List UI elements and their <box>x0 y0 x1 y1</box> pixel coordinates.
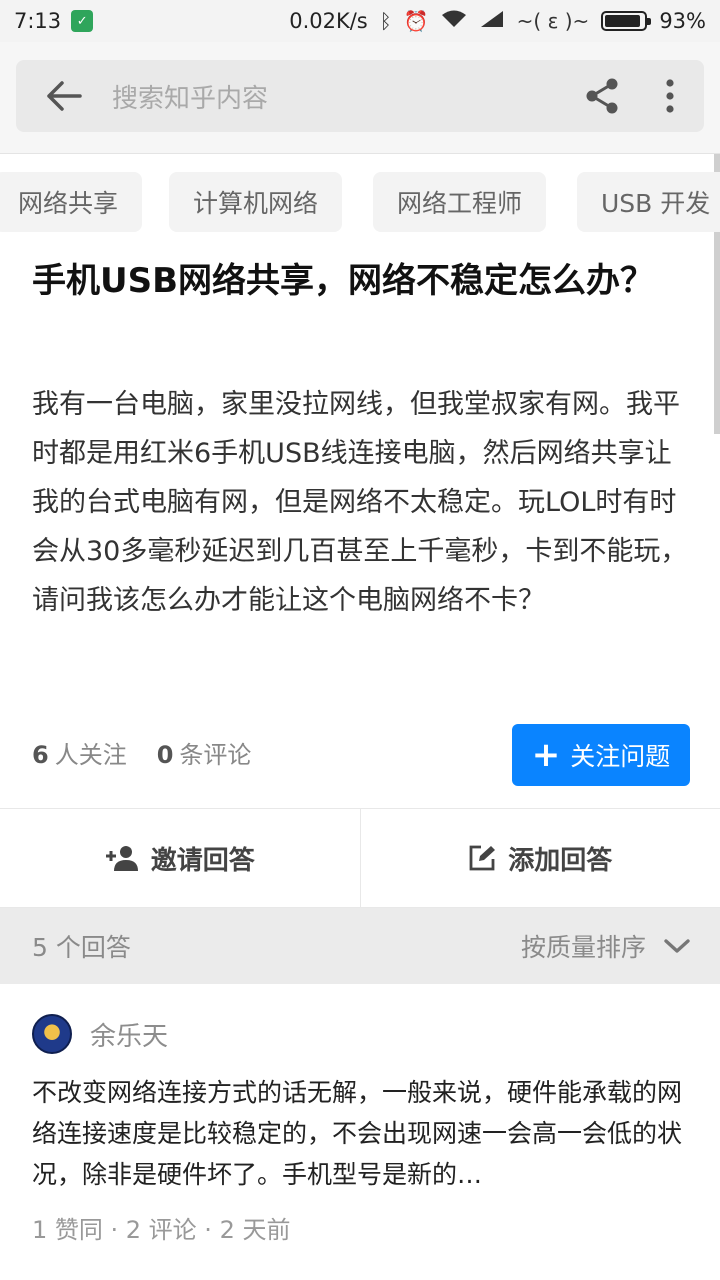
network-speed: 0.02K/s <box>289 9 368 33</box>
add-answer-button[interactable]: 添加回答 <box>361 809 720 907</box>
answers-count: 5 个回答 <box>32 933 131 962</box>
battery-fill <box>605 15 641 27</box>
question-stats: 6 人关注 0 条评论 <box>32 730 251 774</box>
alarm-icon: ⏰ <box>403 9 429 33</box>
answers-header: 5 个回答 按质量排序 <box>0 908 720 984</box>
add-answer-label: 添加回答 <box>508 845 613 876</box>
follow-question-label: 关注问题 <box>570 742 671 771</box>
topic-tags: 网络共享 计算机网络 网络工程师 USB 开发 <box>0 172 720 232</box>
search-input[interactable]: 搜索知乎内容 <box>112 78 568 115</box>
comments-stat[interactable]: 0 条评论 <box>157 735 252 770</box>
shield-icon: ✓ <box>71 10 94 32</box>
wifi-icon <box>441 9 467 34</box>
invite-answer-button[interactable]: 邀请回答 <box>0 809 360 907</box>
more-vertical-icon <box>666 79 674 113</box>
signal-icon <box>479 9 505 34</box>
share-icon <box>586 78 618 114</box>
arrow-left-icon <box>47 81 82 111</box>
followers-label: 人关注 <box>54 740 127 769</box>
topic-tag[interactable]: USB 开发 <box>577 172 720 232</box>
status-left: 7:13 ✓ <box>14 9 94 33</box>
answer-author[interactable]: 余乐天 <box>32 1014 168 1054</box>
comments-count: 0 <box>156 740 174 769</box>
share-button[interactable] <box>568 60 636 132</box>
chevron-down-icon <box>664 939 690 953</box>
back-button[interactable] <box>16 60 112 132</box>
question-body: 我有一台电脑，家里没拉网线，但我堂叔家有网。我平时都是用红米6手机USB线连接电… <box>32 389 688 616</box>
invite-answer-label: 邀请回答 <box>150 845 255 876</box>
battery-icon <box>601 11 652 31</box>
answer-card[interactable]: 余乐天 不改变网络连接方式的话无解，一般来说，硬件能承载的网络连接速度是比较稳定… <box>0 984 720 1280</box>
question-title: 手机USB网络共享，网络不稳定怎么办？ <box>32 261 655 301</box>
sort-dropdown[interactable]: 按质量排序 <box>521 928 690 964</box>
search-header: 搜索知乎内容 <box>0 42 720 154</box>
status-bar: 7:13 ✓ 0.02K/s ᛒ ⏰ ~( ε )~ 93% <box>0 0 720 42</box>
topic-tag[interactable]: 计算机网络 <box>169 172 343 232</box>
comments-label: 条评论 <box>179 740 252 769</box>
followers-stat[interactable]: 6 人关注 <box>32 735 127 770</box>
status-time: 7:13 <box>14 9 62 33</box>
answer-actions: 邀请回答 添加回答 <box>0 808 720 908</box>
plus-icon: + <box>531 735 561 775</box>
topic-tag[interactable]: 网络工程师 <box>373 172 547 232</box>
answer-meta: 1 赞同 · 2 评论 · 2 天前 <box>32 1216 291 1244</box>
topic-tag[interactable]: 网络共享 <box>0 172 143 232</box>
search-bar[interactable]: 搜索知乎内容 <box>16 60 704 132</box>
avatar[interactable] <box>32 1014 72 1054</box>
sort-label: 按质量排序 <box>520 933 646 962</box>
answer-excerpt[interactable]: 不改变网络连接方式的话无解，一般来说，硬件能承载的网络连接速度是比较稳定的，不会… <box>32 1072 692 1195</box>
followers-count: 6 <box>32 740 49 769</box>
edit-icon <box>469 845 496 871</box>
status-right: 0.02K/s ᛒ ⏰ ~( ε )~ 93% <box>289 9 706 34</box>
add-person-icon <box>105 846 138 871</box>
more-button[interactable] <box>636 60 704 132</box>
bluetooth-icon: ᛒ <box>379 9 392 33</box>
carrier-emoticon: ~( ε )~ <box>516 9 590 33</box>
battery-percent: 93% <box>659 9 706 33</box>
author-name[interactable]: 余乐天 <box>90 1016 168 1053</box>
follow-question-button[interactable]: + 关注问题 <box>512 724 690 786</box>
